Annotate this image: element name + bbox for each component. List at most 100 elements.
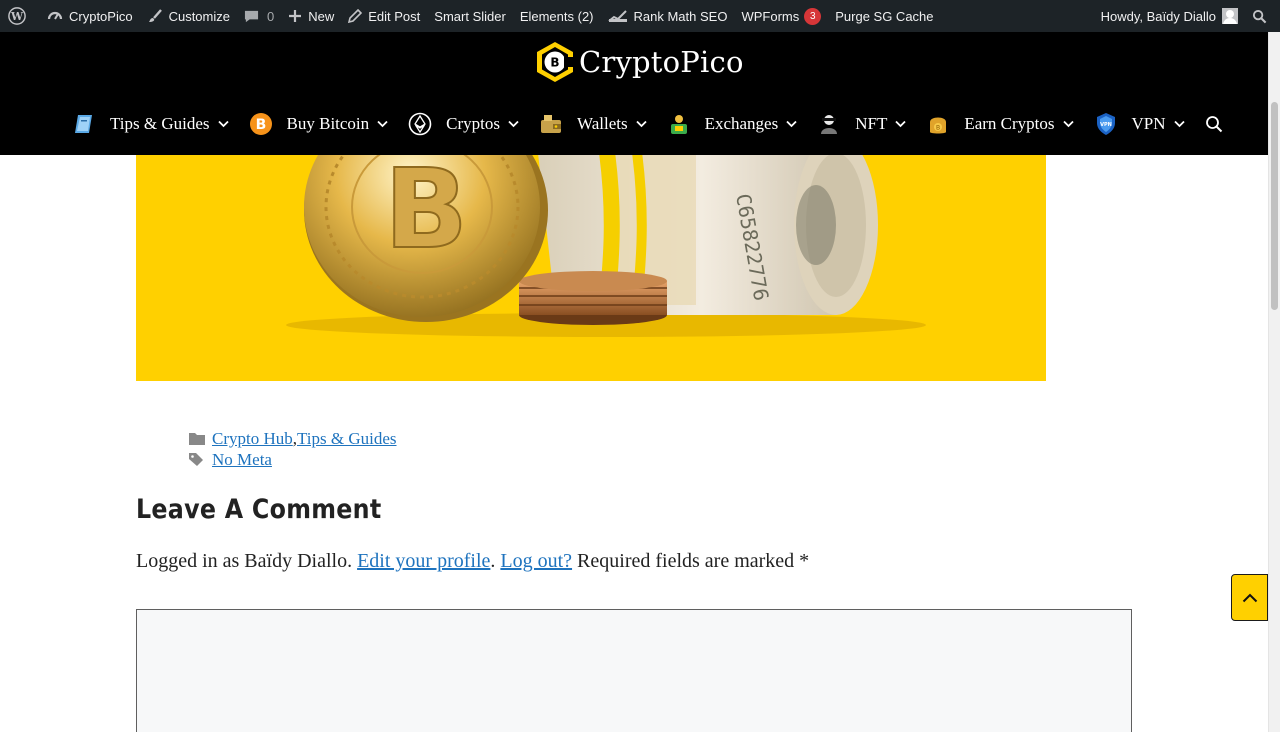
ab-site-name-label: CryptoPico	[69, 8, 133, 24]
svg-text:B: B	[936, 125, 940, 132]
search-icon	[1252, 9, 1267, 23]
nft-icon	[821, 115, 838, 134]
page-scrollbar[interactable]	[1268, 32, 1280, 732]
comment-textarea[interactable]	[136, 609, 1132, 732]
wallet-icon	[541, 115, 562, 133]
ab-purge-cache[interactable]: Purge SG Cache	[828, 0, 940, 32]
back-to-top-button[interactable]	[1231, 574, 1268, 621]
post-categories: Crypto Hub, Tips & Guides	[189, 428, 397, 449]
earn-icon: B	[930, 117, 947, 134]
nav-item-cryptos[interactable]: Cryptos	[408, 112, 519, 136]
nav-item-buy-bitcoin[interactable]: B Buy Bitcoin	[249, 112, 389, 136]
bitcoin-and-cash-illustration: C65822776 B	[286, 155, 926, 337]
site-header: B CryptoPico Tips & Guides B Buy Bitcoin…	[0, 32, 1268, 155]
plus-icon	[289, 10, 302, 22]
ab-smart-slider[interactable]: Smart Slider	[427, 0, 513, 32]
dashboard-gauge-icon	[47, 11, 63, 20]
wp-admin-bar: W CryptoPico Customize 0 New Edit Post S…	[0, 0, 1280, 32]
chevron-down-icon	[377, 120, 388, 128]
scrollbar-thumb[interactable]	[1271, 102, 1278, 310]
nav-item-label: Buy Bitcoin	[286, 114, 370, 133]
svg-text:B: B	[550, 56, 559, 70]
svg-text:B: B	[255, 117, 266, 133]
svg-text:VPN: VPN	[1100, 122, 1112, 128]
logged-in-notice: Logged in as Baïdy Diallo. Edit your pro…	[136, 550, 809, 573]
ab-wpforms[interactable]: WPForms 3	[734, 0, 828, 32]
comment-bubble-icon	[244, 10, 259, 22]
main-nav: Tips & Guides B Buy Bitcoin Cryptos Wall…	[72, 108, 1223, 140]
chevron-down-icon	[895, 120, 906, 128]
logged-separator: .	[490, 550, 501, 572]
nav-item-nft[interactable]: NFT	[817, 112, 906, 136]
bitcoin-icon: B	[249, 113, 272, 135]
nav-item-wallets[interactable]: Wallets	[539, 112, 647, 136]
nav-item-vpn[interactable]: VPN VPN	[1094, 112, 1185, 136]
exchange-icon	[670, 115, 687, 134]
pencil-icon	[348, 9, 363, 23]
ab-customize-label: Customize	[168, 8, 230, 24]
folder-icon	[189, 433, 205, 445]
edit-profile-link[interactable]: Edit your profile	[357, 550, 490, 572]
ab-site-name[interactable]: CryptoPico	[40, 0, 140, 32]
ab-search[interactable]	[1245, 0, 1280, 32]
ab-comments-count: 0	[267, 8, 275, 24]
chevron-up-icon	[1242, 593, 1257, 602]
nav-item-label: Exchanges	[704, 114, 779, 133]
chevron-down-icon	[635, 120, 647, 128]
chevron-down-icon	[786, 120, 797, 128]
log-out-link[interactable]: Log out?	[500, 550, 572, 572]
ab-smart-slider-label: Smart Slider	[434, 8, 506, 24]
post-tags: No Meta	[189, 449, 397, 470]
ab-purge-label: Purge SG Cache	[835, 8, 934, 24]
nav-item-label: NFT	[855, 114, 888, 133]
ab-new[interactable]: New	[281, 0, 341, 32]
paintbrush-icon	[148, 9, 162, 22]
search-icon	[1205, 116, 1222, 133]
category-link-tips-guides[interactable]: Tips & Guides	[297, 428, 397, 449]
nav-item-label: Cryptos	[446, 114, 501, 133]
ab-rank-math-label: Rank Math SEO	[633, 8, 728, 24]
nav-item-label: Wallets	[577, 114, 628, 133]
tag-icon	[189, 452, 203, 466]
ab-wpforms-badge: 3	[804, 7, 822, 25]
nav-item-exchanges[interactable]: Exchanges	[667, 112, 798, 136]
required-fields-note: Required fields are marked *	[572, 550, 810, 572]
ab-edit-post[interactable]: Edit Post	[341, 0, 427, 32]
cryptopico-logo-icon: B	[537, 42, 574, 82]
chevron-down-icon	[1062, 120, 1074, 128]
ab-howdy-label: Howdy, Baïdy Diallo	[1100, 8, 1216, 24]
ab-customize[interactable]: Customize	[140, 0, 237, 32]
nav-search-button[interactable]	[1205, 115, 1223, 133]
site-title: CryptoPico	[579, 45, 744, 79]
ab-my-account[interactable]: Howdy, Baïdy Diallo	[1094, 0, 1245, 32]
nav-item-tips-guides[interactable]: Tips & Guides	[72, 112, 229, 136]
nav-item-label: Earn Cryptos	[964, 114, 1055, 133]
chevron-down-icon	[217, 120, 229, 128]
ab-new-label: New	[308, 8, 335, 24]
vpn-shield-icon: VPN	[1096, 113, 1115, 135]
tag-link-no-meta[interactable]: No Meta	[212, 449, 272, 470]
ab-elements-label: Elements (2)	[519, 8, 594, 24]
nav-item-label: Tips & Guides	[110, 114, 210, 133]
category-link-crypto-hub[interactable]: Crypto Hub	[212, 428, 293, 449]
ab-edit-post-label: Edit Post	[368, 8, 421, 24]
chevron-down-icon	[508, 120, 519, 128]
nav-item-earn-cryptos[interactable]: B Earn Cryptos	[926, 112, 1074, 136]
ab-rank-math[interactable]: Rank Math SEO	[601, 0, 735, 32]
svg-text:W: W	[10, 10, 24, 23]
comments-heading: Leave A Comment	[136, 494, 382, 525]
wordpress-logo-icon[interactable]: W	[0, 0, 40, 32]
ab-elements[interactable]: Elements (2)	[513, 0, 601, 32]
ab-wpforms-label: WPForms	[741, 8, 800, 24]
featured-image: C65822776 B	[136, 155, 1046, 381]
ab-comments[interactable]: 0	[237, 0, 281, 32]
svg-text:B: B	[384, 155, 468, 273]
avatar	[1222, 8, 1238, 24]
logged-in-as-text: Logged in as Baïdy Diallo.	[136, 550, 358, 572]
post-meta: Crypto Hub, Tips & Guides No Meta	[189, 428, 397, 470]
rank-math-icon	[607, 10, 627, 22]
site-logo[interactable]: B CryptoPico	[534, 40, 744, 84]
nav-item-label: VPN	[1131, 114, 1166, 133]
guide-icon	[75, 115, 92, 133]
chevron-down-icon	[1173, 120, 1185, 128]
